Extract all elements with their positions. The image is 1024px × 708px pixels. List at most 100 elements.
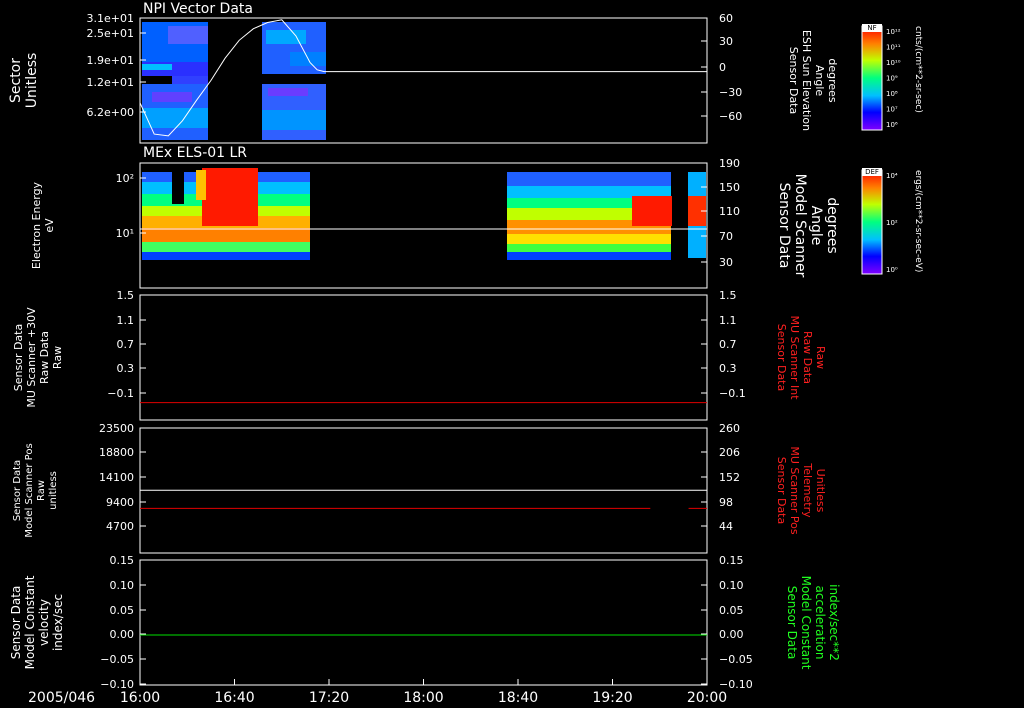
- y-tick-label: 1.2e+01: [87, 76, 134, 89]
- colorbar-def-tag: DEF: [865, 168, 879, 176]
- y2-tick-label: 0.3: [719, 362, 737, 375]
- y-tick-label: 14100: [99, 471, 134, 484]
- colorbar-def-labels: 10⁴ 10² 10⁰: [886, 172, 898, 274]
- y2-tick-label: 0.7: [719, 338, 737, 351]
- y-axis-label: Sector: [8, 58, 24, 103]
- y-axis-label: Raw Data: [38, 331, 51, 384]
- y2-tick-label: 0.15: [719, 554, 744, 567]
- colorbar-label: 10⁸: [886, 90, 898, 98]
- time-tick-label: 17:20: [309, 690, 349, 706]
- y2-tick-label: 0: [719, 61, 726, 74]
- panel2-title: MEx ELS-01 LR: [143, 145, 247, 161]
- y2-axis-label: MU Scanner Pos: [788, 446, 801, 535]
- y-axis-label: eV: [43, 218, 56, 233]
- y-tick-label: 10²: [116, 172, 134, 185]
- y-axis-label: velocity: [37, 599, 51, 646]
- panel5-ylabel: Sensor Data Model Constant velocity index/s…: [9, 575, 65, 669]
- y-tick-label: 9400: [106, 496, 134, 509]
- y2-tick-label: 60: [719, 12, 733, 25]
- panel1-ylabel: Sector Unitless: [8, 53, 40, 109]
- panel2-y-ticks: 10² 10¹: [116, 172, 146, 240]
- y-axis-label: Unitless: [24, 53, 40, 109]
- y2-axis-label: index/sec**2: [827, 584, 841, 661]
- y-axis-label: Sensor Data: [12, 324, 25, 391]
- y-axis-label: unitless: [48, 471, 59, 510]
- y-tick-label: −0.1: [107, 387, 134, 400]
- colorbar-label: 10⁰: [886, 266, 898, 274]
- y2-tick-label: 1.5: [719, 289, 737, 302]
- panel3-ylabel: Sensor Data MU Scanner +30V Raw Data Raw: [12, 307, 64, 408]
- y-tick-label: 10¹: [116, 227, 134, 240]
- y2-axis-label: Sensor Data: [776, 183, 792, 269]
- panel-constant: 0.150.100.050.00−0.05−0.10 0.150.100.050…: [9, 554, 841, 691]
- y-tick-label: 4700: [106, 520, 134, 533]
- y2-tick-label: 98: [719, 496, 733, 509]
- y-axis-label: Model Scanner Pos: [24, 443, 35, 537]
- y2-axis-label: MU Scanner Int: [788, 315, 801, 400]
- y2-axis-label: degrees: [824, 197, 840, 253]
- y2-tick-label: 0.00: [719, 628, 744, 641]
- y2-axis-label: Raw: [814, 346, 827, 369]
- y2-tick-label: 30: [719, 256, 733, 269]
- y-tick-label: 1.5: [117, 289, 135, 302]
- y2-tick-label: 0.10: [719, 579, 744, 592]
- date-label: 2005/046: [28, 690, 95, 706]
- y2-axis-label: acceleration: [813, 586, 827, 660]
- y-tick-label: 18800: [99, 446, 134, 459]
- y-tick-label: 23500: [99, 422, 134, 435]
- colorbar-nf-labels: 10¹² 10¹¹ 10¹⁰ 10⁹ 10⁸ 10⁷ 10⁶: [886, 28, 901, 129]
- time-axis: 16:00 16:40 17:20 18:00 18:40 19:20 20:00: [120, 679, 727, 706]
- panel5-y-ticks: 0.150.100.050.00−0.05−0.10: [100, 554, 146, 691]
- y-axis-label: Sensor Data: [9, 586, 23, 660]
- panel-els: MEx ELS-01 LR 10²10¹ 1901501107030 Elect…: [30, 145, 840, 289]
- y2-tick-label: −0.05: [719, 653, 753, 666]
- panel-scanner-pos: 23500 18800 14100 9400 4700 260 206 152 98 44 Se…: [12, 422, 827, 554]
- y2-tick-label: 44: [719, 520, 733, 533]
- y2-axis-label: Angle: [813, 65, 826, 97]
- time-tick-label: 18:40: [498, 690, 538, 706]
- y-tick-label: 0.7: [117, 338, 135, 351]
- time-tick-label: 18:00: [403, 690, 443, 706]
- y-tick-label: 0.10: [110, 579, 135, 592]
- els-spectrogram: [142, 168, 706, 260]
- panel3-y2label: Sensor Data MU Scanner Int Raw Data Raw: [775, 315, 827, 400]
- y2-tick-label: 1.1: [719, 314, 737, 327]
- y2-axis-label: Unitless: [814, 469, 827, 513]
- y-tick-label: 1.9e+01: [87, 54, 134, 67]
- y2-tick-label: 260: [719, 422, 740, 435]
- y2-axis-label: Sensor Data: [787, 47, 800, 114]
- y2-tick-label: 0.05: [719, 604, 744, 617]
- panel-mu-30v: 1.5 1.1 0.7 0.3 −0.1 1.5 1.1 0.7 0.3 −0.1 Sensor…: [12, 289, 827, 421]
- colorbar-nf-tag: NF: [867, 24, 876, 32]
- panel4-y2label: Sensor Data MU Scanner Pos Telemetry Unitle…: [775, 446, 827, 535]
- y2-tick-label: −30: [719, 86, 742, 99]
- y2-axis-label: Model Constant: [799, 576, 813, 670]
- plot-canvas: NPI Vector Data 3.1e+01 2.5e+01 1.9e+01 1.2…: [8, 1, 923, 706]
- y2-axis-label: Sensor Data: [775, 324, 788, 391]
- y-tick-label: 0.3: [117, 362, 135, 375]
- y2-axis-label: Sensor Data: [775, 457, 788, 524]
- panel4-y-ticks: 23500 18800 14100 9400 4700: [99, 422, 146, 533]
- colorbar-label: 10⁷: [886, 106, 898, 114]
- y-axis-label: MU Scanner +30V: [25, 307, 38, 408]
- colorbar-label: 10⁶: [886, 121, 898, 129]
- y-tick-label: 6.2e+00: [87, 106, 134, 119]
- colorbar-def-units: ergs/(cm**2-sr-sec-eV): [913, 170, 923, 272]
- y-tick-label: 0.05: [110, 604, 135, 617]
- panel1-title: NPI Vector Data: [143, 1, 253, 17]
- colorbar-label: 10¹¹: [886, 44, 901, 52]
- colorbar-nf: NF 10¹² 10¹¹ 10¹⁰ 10⁹ 10⁸ 10⁷ 10⁶ cnts/(cm**2-…: [861, 24, 923, 131]
- colorbar-label: 10¹²: [886, 28, 901, 36]
- y2-tick-label: 152: [719, 471, 740, 484]
- y2-tick-label: −0.1: [719, 387, 746, 400]
- y-axis-label: index/sec: [51, 594, 65, 651]
- time-tick-label: 16:40: [214, 690, 254, 706]
- colorbar-label: 10⁹: [886, 75, 898, 83]
- y-tick-label: 3.1e+01: [87, 12, 134, 25]
- time-tick-label: 16:00: [120, 690, 160, 706]
- y-tick-label: −0.05: [100, 653, 134, 666]
- y2-tick-label: 110: [719, 205, 740, 218]
- y-tick-label: 0.00: [110, 628, 135, 641]
- y-tick-label: 1.1: [117, 314, 135, 327]
- panel1-y-ticks: 3.1e+01 2.5e+01 1.9e+01 1.2e+01 6.2e+00: [87, 12, 146, 119]
